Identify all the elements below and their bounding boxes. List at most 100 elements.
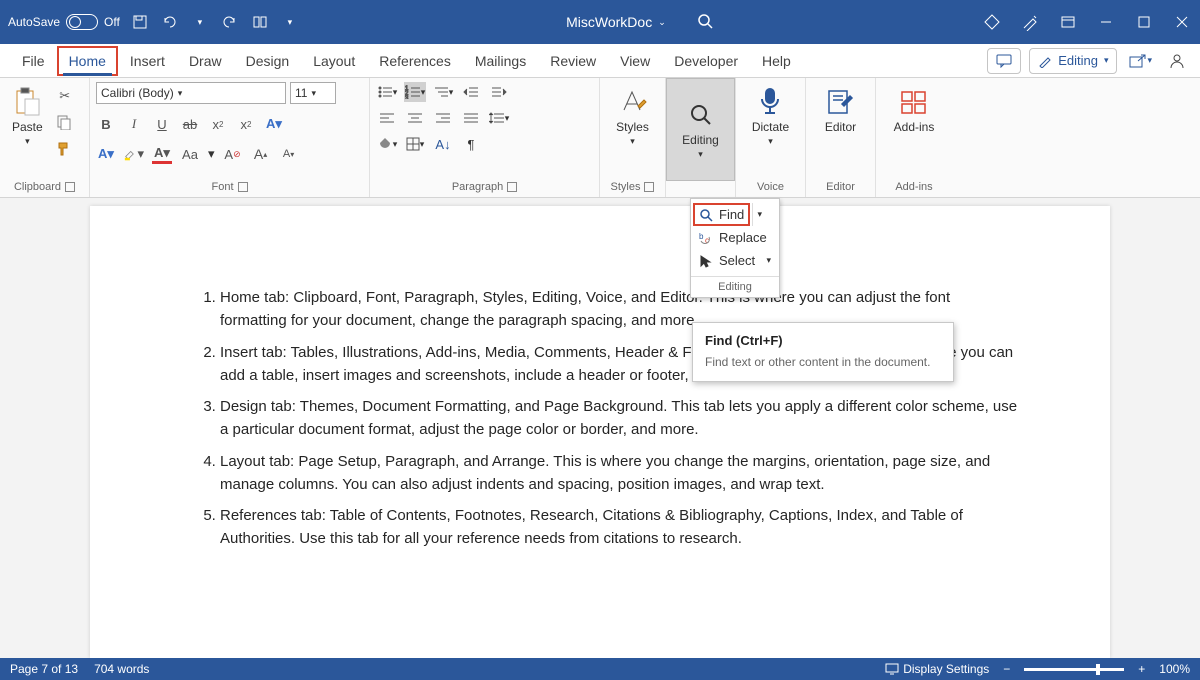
tab-references[interactable]: References (367, 44, 463, 78)
borders-button[interactable]: ▾ (404, 134, 426, 154)
title-bar: AutoSave Off ▾ ▾ MiscWorkDoc ⌄ (0, 0, 1200, 44)
coming-soon-icon[interactable] (1020, 12, 1040, 32)
find-tooltip: Find (Ctrl+F) Find text or other content… (692, 322, 954, 382)
diamond-icon[interactable] (982, 12, 1002, 32)
tab-developer[interactable]: Developer (662, 44, 750, 78)
group-editing: Editing ▾ . (666, 78, 736, 197)
active-tab-underline (63, 73, 112, 76)
minimize-icon[interactable] (1096, 12, 1116, 32)
justify-button[interactable] (460, 108, 482, 128)
comments-button[interactable] (987, 48, 1021, 74)
dialog-launcher-icon[interactable] (507, 182, 517, 192)
find-split-arrow[interactable]: ▾ (752, 203, 766, 226)
editor-button[interactable]: Editor (819, 82, 862, 138)
bold-button[interactable]: B (96, 114, 116, 134)
dictate-button[interactable]: Dictate ▾ (746, 82, 795, 151)
display-settings[interactable]: Display Settings (885, 662, 989, 676)
font-color2-button[interactable]: A▾ (152, 144, 172, 164)
share-button[interactable]: ▾ (1125, 49, 1156, 73)
word-count[interactable]: 704 words (94, 662, 149, 676)
font-color-button[interactable]: A▾ (96, 144, 116, 164)
list-item: References tab: Table of Contents, Footn… (220, 504, 1020, 551)
shading-button[interactable]: ▾ (376, 134, 398, 154)
change-case-button[interactable]: Aa (180, 144, 200, 164)
format-painter-icon[interactable] (55, 138, 75, 158)
align-center-button[interactable] (404, 108, 426, 128)
tab-insert[interactable]: Insert (118, 44, 177, 78)
editing-dropdown-menu: Find ▾ bc Replace Select ▾ Editing (690, 198, 780, 298)
search-icon[interactable] (696, 12, 716, 32)
subscript-button[interactable]: x2 (208, 114, 228, 134)
font-size-combo[interactable]: 11▾ (290, 82, 336, 104)
tab-view[interactable]: View (608, 44, 662, 78)
tab-design[interactable]: Design (234, 44, 302, 78)
close-icon[interactable] (1172, 12, 1192, 32)
account-icon[interactable] (1164, 48, 1190, 74)
paste-button[interactable]: Paste ▾ (6, 82, 49, 151)
sort-button[interactable]: A↓ (432, 134, 454, 154)
chevron-down-icon: ▾ (1104, 55, 1109, 66)
dialog-launcher-icon[interactable] (238, 182, 248, 192)
addins-button[interactable]: Add-ins (888, 82, 941, 138)
editing-dropdown-button[interactable]: Editing ▾ (666, 78, 735, 181)
italic-button[interactable]: I (124, 114, 144, 134)
toggle-off-icon (66, 14, 98, 30)
tab-review[interactable]: Review (538, 44, 608, 78)
page-indicator[interactable]: Page 7 of 13 (10, 662, 78, 676)
shrink-font-button[interactable]: A▾ (279, 144, 299, 164)
line-spacing-button[interactable]: ▾ (488, 108, 510, 128)
dialog-launcher-icon[interactable] (65, 182, 75, 192)
editing-mode-button[interactable]: Editing ▾ (1029, 48, 1117, 74)
ribbon: Paste ▾ ✂ Clipboard Calibri (Body)▾ 11▾ … (0, 78, 1200, 198)
undo-icon[interactable] (160, 12, 180, 32)
highlight-button[interactable]: ▾ (124, 144, 144, 164)
styles-button[interactable]: Styles ▾ (610, 82, 655, 151)
bullets-button[interactable]: ▾ (376, 82, 398, 102)
select-menu-item[interactable]: Select ▾ (691, 249, 779, 272)
align-left-button[interactable] (376, 108, 398, 128)
text-effects-button[interactable]: A▾ (264, 114, 284, 134)
grow-font-button[interactable]: A▴ (251, 144, 271, 164)
superscript-button[interactable]: x2 (236, 114, 256, 134)
find-menu-item[interactable]: Find (693, 203, 750, 226)
show-marks-button[interactable]: ¶ (460, 134, 482, 154)
tab-draw[interactable]: Draw (177, 44, 234, 78)
svg-text:3: 3 (405, 96, 409, 99)
document-page[interactable]: Home tab: Clipboard, Font, Paragraph, St… (90, 206, 1110, 658)
font-name-combo[interactable]: Calibri (Body)▾ (96, 82, 286, 104)
copy-icon[interactable] (55, 112, 75, 132)
autosave-toggle[interactable]: AutoSave Off (8, 14, 120, 30)
replace-menu-item[interactable]: bc Replace (691, 226, 779, 249)
dialog-launcher-icon[interactable] (644, 182, 654, 192)
multilevel-list-button[interactable]: ▾ (432, 82, 454, 102)
redo-icon[interactable] (220, 12, 240, 32)
zoom-slider[interactable] (1024, 668, 1124, 671)
zoom-level[interactable]: 100% (1159, 662, 1190, 676)
tab-layout[interactable]: Layout (301, 44, 367, 78)
group-editor: Editor Editor (806, 78, 876, 197)
autosave-state: Off (104, 15, 120, 29)
decrease-indent-button[interactable] (460, 82, 482, 102)
underline-button[interactable]: U (152, 114, 172, 134)
cut-icon[interactable]: ✂ (55, 86, 75, 106)
tab-file[interactable]: File (10, 44, 57, 78)
maximize-icon[interactable] (1134, 12, 1154, 32)
align-right-button[interactable] (432, 108, 454, 128)
zoom-out-icon[interactable]: − (1003, 662, 1010, 676)
tab-mailings[interactable]: Mailings (463, 44, 538, 78)
undo-dropdown-icon[interactable]: ▾ (190, 12, 210, 32)
group-paragraph: ▾ 123▾ ▾ ▾ ▾ ▾ A↓ ¶ Paragraph (370, 78, 600, 197)
zoom-in-icon[interactable]: + (1138, 662, 1145, 676)
customize-qat-icon[interactable]: ▾ (280, 12, 300, 32)
strikethrough-button[interactable]: ab (180, 114, 200, 134)
save-icon[interactable] (130, 12, 150, 32)
chevron-down-icon: ▾ (25, 136, 30, 147)
tab-home[interactable]: Home (57, 46, 118, 76)
ribbon-display-icon[interactable] (1058, 12, 1078, 32)
increase-indent-button[interactable] (488, 82, 510, 102)
clear-formatting-button[interactable]: A⊘ (223, 144, 243, 164)
tab-help[interactable]: Help (750, 44, 803, 78)
quick-access-icon[interactable] (250, 12, 270, 32)
numbering-button[interactable]: 123▾ (404, 82, 426, 102)
document-title[interactable]: MiscWorkDoc ⌄ (566, 14, 666, 30)
